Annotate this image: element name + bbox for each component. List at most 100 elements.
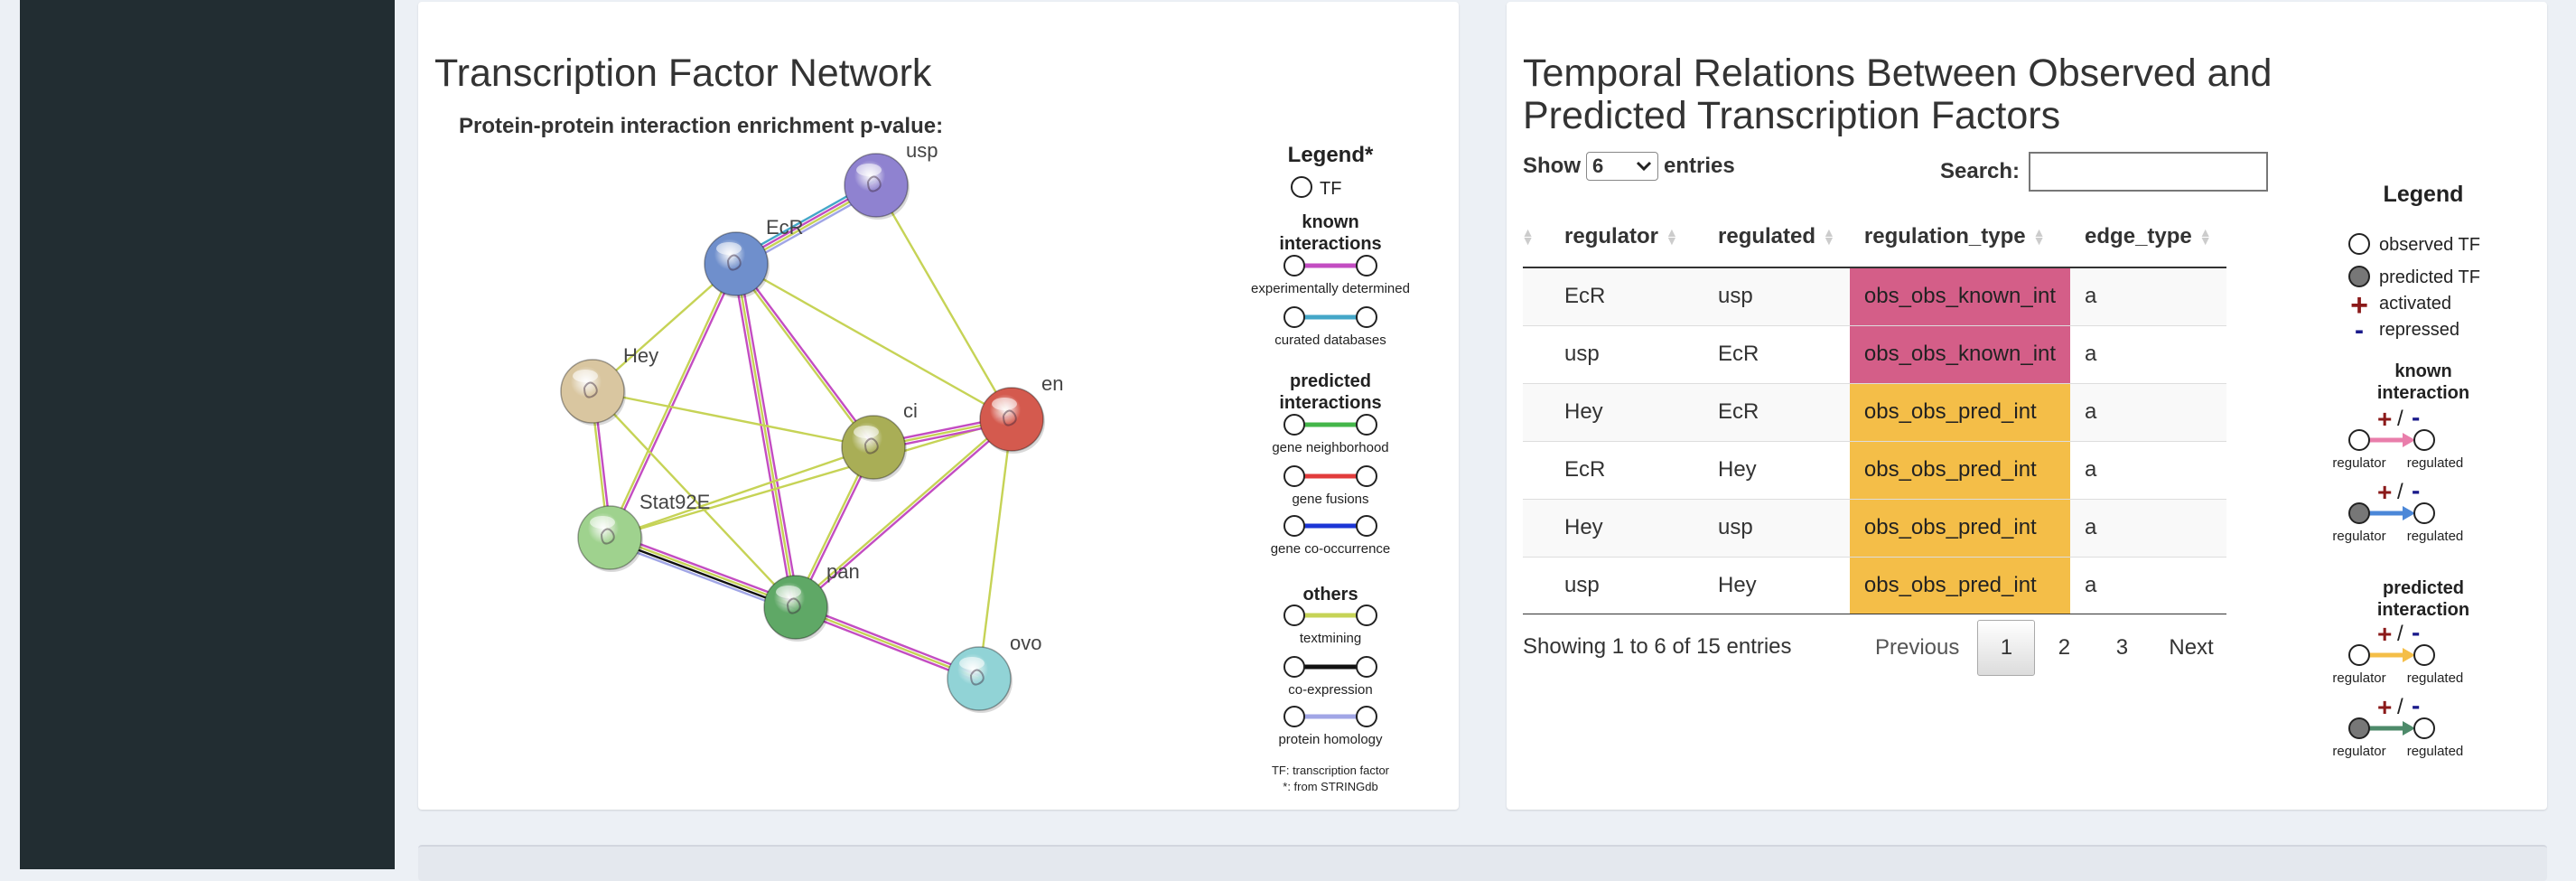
pagination-page-3[interactable]: 3 — [2093, 620, 2151, 676]
temporal-legend-title: Legend — [2384, 182, 2464, 207]
network-node-Hey[interactable]: Hey — [560, 344, 658, 426]
predicted-interaction-title-1: predicted — [2383, 578, 2464, 598]
legend-experimental-node-a — [1283, 255, 1305, 276]
pagination-previous[interactable]: Previous — [1857, 620, 1977, 676]
legend-known-predicted-regulator-node — [2348, 502, 2370, 524]
predicted-interactions-title-1: predicted — [1290, 371, 1371, 391]
legend-neighborhood-label: gene neighborhood — [1272, 440, 1388, 455]
column-header-it[interactable]: it▲▼ — [1523, 206, 1550, 268]
legend-fusions-node-a — [1283, 465, 1305, 487]
legend-coexpression-label: co-expression — [1288, 682, 1372, 698]
legend-known-predicted-regulated-label: regulated — [2407, 529, 2464, 544]
column-header-edge-type[interactable]: edge_type ▲ ▼ — [2070, 206, 2226, 268]
table-row[interactable]: Hey EcR obs_obs_pred_int a — [1523, 382, 2226, 441]
legend-known-predicted-plus: + — [2377, 478, 2392, 506]
network-node-label-Stat92E: Stat92E — [639, 491, 710, 513]
table-row[interactable]: EcR Hey obs_obs_pred_int a — [1523, 440, 2226, 499]
cell-regulator: usp — [1550, 324, 1703, 383]
cell-edge-type: a — [2070, 440, 2226, 499]
predicted-interactions-title-2: interactions — [1279, 393, 1381, 413]
predicted-tf-label: predicted TF — [2379, 267, 2480, 287]
column-header-regulation-type[interactable]: regulation_type ▲ ▼ — [1849, 206, 2071, 268]
legend-known-observed-regulated-node — [2413, 429, 2435, 451]
page-length-select[interactable]: 6 — [1586, 152, 1658, 181]
table-row[interactable]: EcR usp obs_obs_known_int a — [1523, 267, 2226, 325]
network-node-usp[interactable]: usp — [844, 139, 938, 220]
sort-icon: ▲ ▼ — [1523, 225, 1535, 248]
legend-coexpression-node-a — [1283, 656, 1305, 678]
pagination-next[interactable]: Next — [2151, 620, 2231, 676]
legend-known-observed: + / - regulator regulated — [2332, 403, 2463, 471]
network-node-EcR[interactable]: EcR — [704, 216, 804, 298]
cell-regulation-type: obs_obs_pred_int — [1849, 382, 2071, 441]
page-length-value: 6 — [1592, 155, 1604, 177]
legend-cooccurrence-node-b — [1356, 515, 1377, 537]
repressed-label: repressed — [2379, 320, 2459, 340]
legend-known-predicted-slash: / — [2397, 480, 2403, 504]
activated-label: activated — [2379, 294, 2451, 314]
next-panel-edge — [418, 845, 2547, 881]
search-label: Search: — [1940, 159, 2021, 183]
cell-regulator: EcR — [1550, 440, 1703, 499]
predicted-tf-icon — [2348, 266, 2370, 287]
table-row[interactable]: Hey usp obs_obs_pred_int a — [1523, 498, 2226, 557]
legend-fusions-label: gene fusions — [1292, 492, 1368, 507]
legend-pred-predicted-regulator-node — [2348, 717, 2370, 739]
cell-index — [1523, 440, 1550, 499]
cell-regulated: EcR — [1703, 324, 1850, 383]
legend-pred-observed-slash: / — [2397, 622, 2403, 646]
network-edge-EcR-pan — [732, 264, 794, 608]
network-node-label-ovo: ovo — [1010, 632, 1041, 654]
legend-known-observed-regulator-node — [2348, 429, 2370, 451]
network-edge-Hey-ci — [592, 389, 874, 449]
legend-textmining-label: textmining — [1300, 631, 1361, 646]
table-scroll-area[interactable]: it▲▼regulator▲▼regulated▲▼regulation_typ… — [1523, 206, 2268, 614]
column-header-regulator[interactable]: regulator ▲ ▼ — [1550, 206, 1703, 268]
table-row[interactable]: usp EcR obs_obs_known_int a — [1523, 324, 2226, 383]
network-panel: Transcription Factor Network Protein-pro… — [418, 2, 1459, 810]
sort-icon: ▲ ▼ — [2032, 225, 2046, 248]
legend-pred-observed-regulator-node — [2348, 644, 2370, 666]
cell-regulation-type: obs_obs_pred_int — [1849, 556, 2071, 614]
table-row[interactable]: usp Hey obs_obs_pred_int a — [1523, 556, 2226, 614]
legend-coexpression-node-b — [1356, 656, 1377, 678]
pagination-page-2[interactable]: 2 — [2035, 620, 2093, 676]
window-edge — [0, 0, 20, 869]
temporal-legend-graphic: Legend observed TF predicted TF + activa… — [2332, 182, 2480, 759]
network-node-label-Hey: Hey — [623, 344, 658, 367]
legend-homology-node-a — [1283, 706, 1305, 727]
legend-pred-observed-regulator-label: regulator — [2332, 670, 2385, 686]
network-node-label-usp: usp — [906, 139, 938, 162]
network-node-label-en: en — [1041, 372, 1063, 395]
cell-regulation-type: obs_obs_pred_int — [1849, 498, 2071, 557]
search-input[interactable] — [2029, 152, 2269, 192]
cell-index — [1523, 382, 1550, 441]
legend-experimental-node-b — [1356, 255, 1377, 276]
pagination-page-1[interactable]: 1 — [1977, 620, 2036, 676]
legend-curated-node-a — [1283, 306, 1305, 328]
legend-curated-node-b — [1356, 306, 1377, 328]
column-header-label: regulated — [1718, 223, 1816, 248]
pagination: Previous 1 2 3 Next — [1857, 620, 2232, 676]
tf-symbol-icon — [1291, 176, 1312, 198]
sort-icon: ▲ ▼ — [2198, 225, 2212, 248]
legend-known-predicted-regulated-node — [2413, 502, 2435, 524]
observed-tf-label: observed TF — [2379, 235, 2480, 255]
legend-homology-node-b — [1356, 706, 1377, 727]
network-edge-Stat92E-en — [609, 417, 1013, 539]
cell-regulated: usp — [1703, 498, 1850, 557]
legend-known-predicted: + / - regulator regulated — [2332, 476, 2463, 544]
string-legend-title: Legend* — [1288, 143, 1374, 167]
column-header-regulated[interactable]: regulated ▲ ▼ — [1703, 206, 1850, 268]
cell-index — [1523, 556, 1550, 614]
network-node-Stat92E[interactable]: Stat92E — [577, 491, 710, 572]
cell-regulated: usp — [1703, 267, 1850, 325]
legend-pred-observed-head — [2403, 648, 2415, 662]
network-node-ovo[interactable]: ovo — [947, 632, 1041, 713]
legend-pred-observed: + / - regulator regulated — [2332, 618, 2463, 686]
cell-regulator: Hey — [1550, 498, 1703, 557]
column-header-label: regulation_type — [1863, 223, 2026, 248]
cell-regulation-type: obs_obs_pred_int — [1849, 440, 2071, 499]
repressed-symbol: - — [2355, 315, 2364, 345]
legend-cooccurrence-label: gene co-occurrence — [1271, 541, 1391, 557]
